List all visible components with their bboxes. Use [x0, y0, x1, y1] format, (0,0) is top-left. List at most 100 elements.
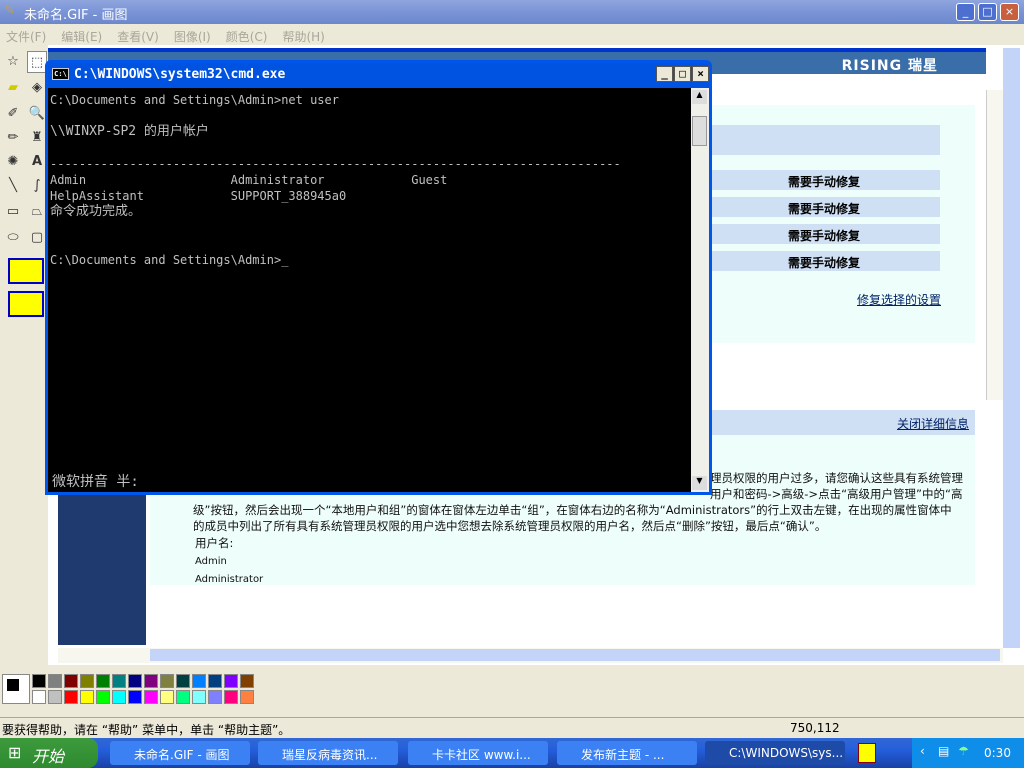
palette-swatch[interactable] [240, 674, 254, 688]
start-button[interactable]: ⊞ 开始 [0, 738, 98, 768]
eraser-icon[interactable]: ▰ [3, 77, 23, 99]
palette-swatch[interactable] [64, 674, 78, 688]
task-kaka[interactable]: 卡卡社区 www.i... [408, 741, 548, 765]
brush-icon[interactable]: ♜ [27, 127, 47, 149]
palette-swatch[interactable] [192, 674, 206, 688]
console-line: \\WINXP-SP2 的用户帐户 [50, 124, 209, 139]
scroll-thumb[interactable] [150, 649, 1000, 661]
ellipse-icon[interactable]: ⬭ [3, 227, 23, 249]
free-select-icon[interactable]: ☆ [3, 51, 23, 73]
polygon-icon[interactable]: ⏢ [27, 201, 47, 223]
task-paint[interactable]: 未命名.GIF - 画图 [110, 741, 250, 765]
pencil-icon[interactable]: ✏ [3, 127, 23, 149]
menu-file[interactable]: 文件(F) [6, 28, 46, 45]
palette-swatch[interactable] [144, 674, 158, 688]
fill-style-option-icon[interactable] [8, 258, 44, 284]
palette-swatch[interactable] [224, 690, 238, 704]
rounded-rect-icon[interactable]: ▢ [27, 227, 47, 249]
cursor-coordinates: 750,112 [790, 721, 840, 735]
task-new-topic[interactable]: 发布新主题 - ... [557, 741, 697, 765]
ime-status: 微软拼音 半: [52, 474, 139, 490]
rect-select-icon[interactable]: ⬚ [27, 51, 47, 73]
palette-swatch[interactable] [64, 690, 78, 704]
cmd-minimize-button[interactable]: _ [656, 66, 673, 82]
palette-swatch[interactable] [96, 690, 110, 704]
palette-swatch[interactable] [112, 690, 126, 704]
palette-swatch[interactable] [224, 674, 238, 688]
cmd-window: C:\ C:\WINDOWS\system32\cmd.exe _ □ × C:… [45, 60, 712, 495]
close-details-link[interactable]: 关闭详细信息 [897, 415, 969, 432]
tray-expand-icon[interactable]: ‹ [920, 744, 925, 758]
palette-swatch[interactable] [48, 674, 62, 688]
status-cell: 需要手动修复 [783, 224, 939, 244]
cmd-title-bar: C:\ C:\WINDOWS\system32\cmd.exe _ □ × [48, 63, 709, 87]
line-icon[interactable]: ╲ [3, 175, 23, 197]
menu-edit[interactable]: 编辑(E) [61, 28, 102, 45]
curve-icon[interactable]: ∫ [27, 175, 47, 197]
cmd-scroll-thumb[interactable] [692, 116, 707, 146]
palette-swatch[interactable] [208, 690, 222, 704]
current-colors [2, 674, 30, 704]
rectangle-icon[interactable]: ▭ [3, 201, 23, 223]
inner-scrollbar[interactable] [986, 90, 1003, 400]
palette-swatch[interactable] [80, 690, 94, 704]
color-picker-icon[interactable]: ✐ [3, 103, 23, 125]
magnifier-icon[interactable]: 🔍 [27, 103, 47, 125]
minimize-button[interactable]: _ [956, 3, 975, 21]
palette-swatch[interactable] [160, 690, 174, 704]
airbrush-icon[interactable]: ✺ [3, 151, 23, 173]
color-palette [0, 672, 300, 708]
title-bar: ✎ 未命名.GIF - 画图 _ □ × [0, 0, 1024, 24]
menu-image[interactable]: 图像(I) [174, 28, 211, 45]
task-cmd[interactable]: C:\WINDOWS\sys... [705, 741, 845, 765]
umbrella-icon[interactable]: ☂ [958, 744, 969, 758]
scroll-down-icon[interactable]: ▼ [692, 476, 707, 490]
scroll-up-icon[interactable]: ▲ [692, 90, 707, 104]
text-icon[interactable]: A [27, 151, 47, 173]
menu-colors[interactable]: 颜色(C) [226, 28, 268, 45]
username: Administrator [195, 574, 264, 585]
palette-swatch[interactable] [208, 674, 222, 688]
console-line: HelpAssistant SUPPORT_388945a0 [50, 189, 347, 203]
repair-settings-link[interactable]: 修复选择的设置 [857, 291, 941, 308]
console-line: 命令成功完成。 [50, 204, 142, 219]
cmd-console[interactable]: C:\Documents and Settings\Admin>net user… [48, 88, 691, 492]
palette-swatch[interactable] [48, 690, 62, 704]
menu-bar: 文件(F) 编辑(E) 查看(V) 图像(I) 颜色(C) 帮助(H) [0, 24, 1024, 45]
palette-swatch[interactable] [80, 674, 94, 688]
cmd-scrollbar[interactable]: ▲ ▼ [691, 88, 709, 492]
palette-swatch[interactable] [128, 674, 142, 688]
palette-swatch[interactable] [192, 690, 206, 704]
palette-swatch[interactable] [32, 690, 46, 704]
palette-swatch[interactable] [96, 674, 110, 688]
horizontal-scrollbar[interactable] [58, 648, 1003, 663]
palette-swatch[interactable] [112, 674, 126, 688]
page-scrollbar[interactable] [1003, 48, 1020, 648]
maximize-button[interactable]: □ [978, 3, 997, 21]
ime-icon[interactable] [858, 743, 876, 763]
menu-help[interactable]: 帮助(H) [282, 28, 324, 45]
detail-text: 级”按钮，然后会出现一个“本地用户和组”的窗体在窗体左边单击“组”，在窗体右边的… [193, 503, 952, 517]
cmd-close-button[interactable]: × [692, 66, 709, 82]
palette-swatch[interactable] [240, 690, 254, 704]
close-button[interactable]: × [1000, 3, 1019, 21]
palette-swatch[interactable] [176, 690, 190, 704]
menu-view[interactable]: 查看(V) [117, 28, 159, 45]
detail-text: 用户和密码->高级->点击“高级用户管理”中的“高 [710, 487, 963, 501]
network-icon[interactable]: ▤ [938, 744, 949, 758]
task-rising-news[interactable]: 瑞星反病毒资讯... [258, 741, 398, 765]
fill-style-option-icon[interactable] [8, 291, 44, 317]
palette-swatch[interactable] [160, 674, 174, 688]
fill-icon[interactable]: ◈ [27, 77, 47, 99]
start-label: 开始 [32, 747, 65, 766]
palette-swatch[interactable] [32, 674, 46, 688]
toolbox: ☆ ⬚ ▰ ◈ ✐ 🔍 ✏ ♜ ✺ A ╲ ∫ ▭ ⏢ ⬭ ▢ [0, 45, 48, 670]
palette-swatch[interactable] [144, 690, 158, 704]
paint-app-icon: ✎ [4, 3, 15, 18]
palette-swatch[interactable] [176, 674, 190, 688]
cmd-maximize-button[interactable]: □ [674, 66, 691, 82]
palette-swatch[interactable] [128, 690, 142, 704]
